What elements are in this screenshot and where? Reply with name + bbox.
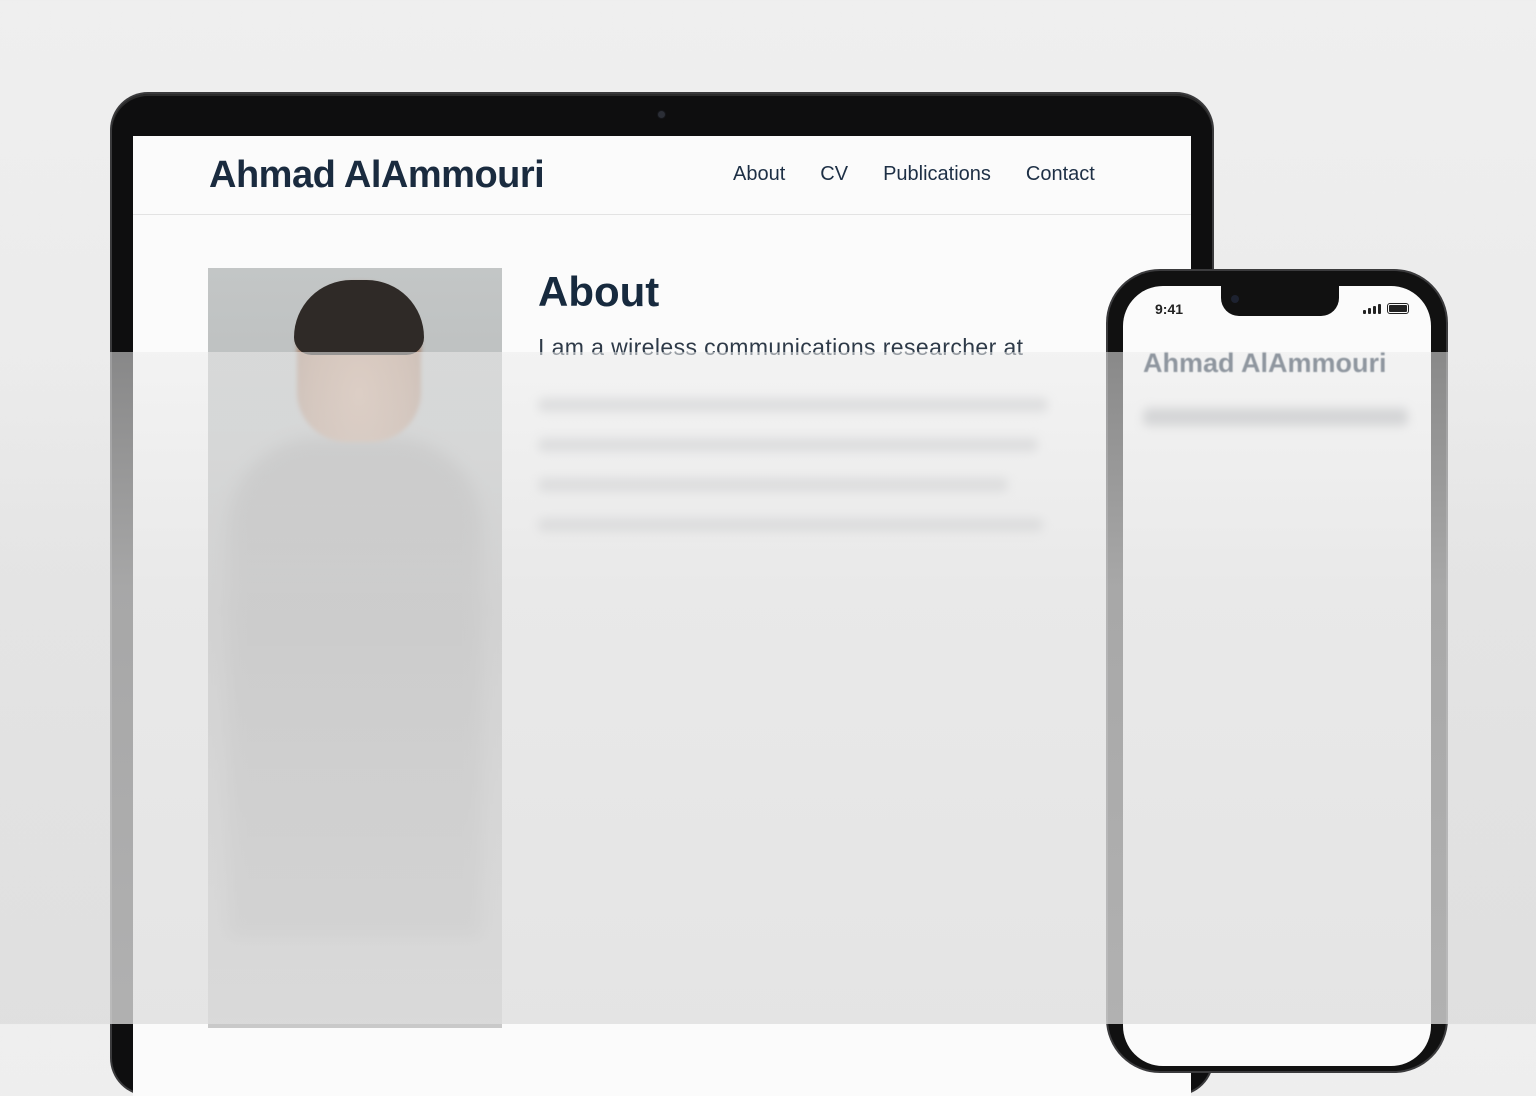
- status-icons: [1363, 303, 1409, 314]
- blurred-text-line: [538, 398, 1048, 412]
- about-heading: About: [538, 268, 660, 315]
- laptop-screen: Ahmad AlAmmouri About CV Publications Co…: [133, 136, 1191, 1096]
- about-intro-text: I am a wireless communications researche…: [538, 334, 1024, 360]
- phone-notch: [1221, 286, 1339, 316]
- phone-frame: 9:41 Ahmad AlAmmouri: [1108, 271, 1446, 1071]
- front-camera: [1231, 295, 1239, 303]
- main-nav: About CV Publications Contact: [733, 163, 1130, 186]
- nav-link-about[interactable]: About: [733, 163, 785, 186]
- laptop-frame: Ahmad AlAmmouri About CV Publications Co…: [112, 94, 1212, 1096]
- site-title[interactable]: Ahmad AlAmmouri: [209, 154, 545, 197]
- site-header: Ahmad AlAmmouri About CV Publications Co…: [133, 136, 1191, 215]
- status-time: 9:41: [1155, 301, 1184, 317]
- nav-link-publications[interactable]: Publications: [883, 163, 991, 186]
- phone-site-title[interactable]: Ahmad AlAmmouri: [1143, 348, 1387, 379]
- battery-icon: [1387, 303, 1409, 314]
- blurred-text-line: [1143, 408, 1408, 426]
- profile-photo: [208, 268, 502, 1028]
- photo-body: [228, 438, 482, 938]
- nav-link-cv[interactable]: CV: [820, 163, 848, 186]
- camera-dot: [658, 111, 665, 118]
- phone-screen: 9:41 Ahmad AlAmmouri: [1123, 286, 1431, 1066]
- signal-icon: [1363, 304, 1381, 314]
- blurred-text-line: [538, 518, 1043, 532]
- blurred-text-line: [538, 438, 1038, 452]
- blurred-text-line: [538, 478, 1008, 492]
- nav-link-contact[interactable]: Contact: [1026, 163, 1095, 186]
- photo-hair: [294, 280, 424, 355]
